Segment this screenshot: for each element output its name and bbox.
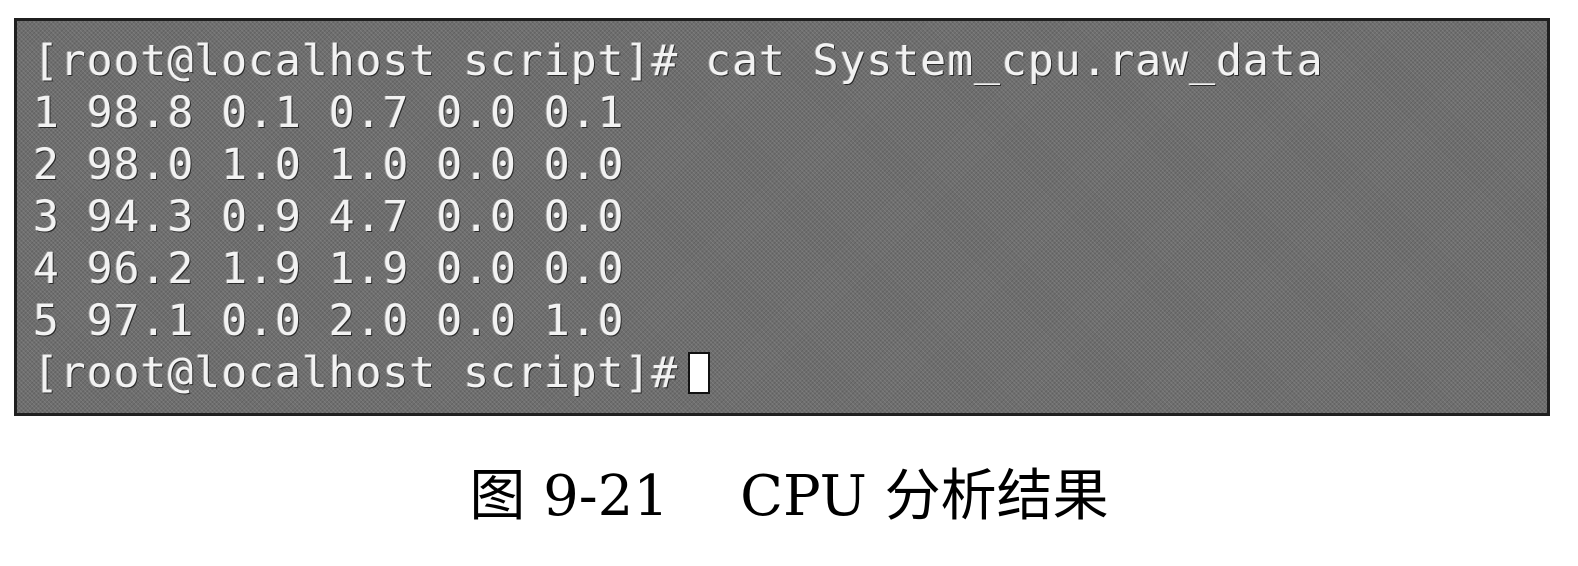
terminal-window[interactable]: [root@localhost script]# cat System_cpu.… <box>14 18 1550 416</box>
output-row: 3 94.3 0.9 4.7 0.0 0.0 <box>33 192 625 242</box>
text-cursor <box>688 352 711 394</box>
output-row: 5 97.1 0.0 2.0 0.0 1.0 <box>33 296 625 346</box>
output-row: 4 96.2 1.9 1.9 0.0 0.0 <box>33 244 625 294</box>
prompt-line[interactable]: [root@localhost script]# <box>33 347 1324 399</box>
terminal-output: [root@localhost script]# cat System_cpu.… <box>33 35 1324 399</box>
prompt-text: [root@localhost script]# <box>33 348 679 398</box>
output-row: 1 98.8 0.1 0.7 0.0 0.1 <box>33 88 625 138</box>
output-row: 2 98.0 1.0 1.0 0.0 0.0 <box>33 140 625 190</box>
figure-caption: 图 9-21 CPU 分析结果 <box>469 464 1109 529</box>
command-line: [root@localhost script]# cat System_cpu.… <box>33 36 1324 86</box>
